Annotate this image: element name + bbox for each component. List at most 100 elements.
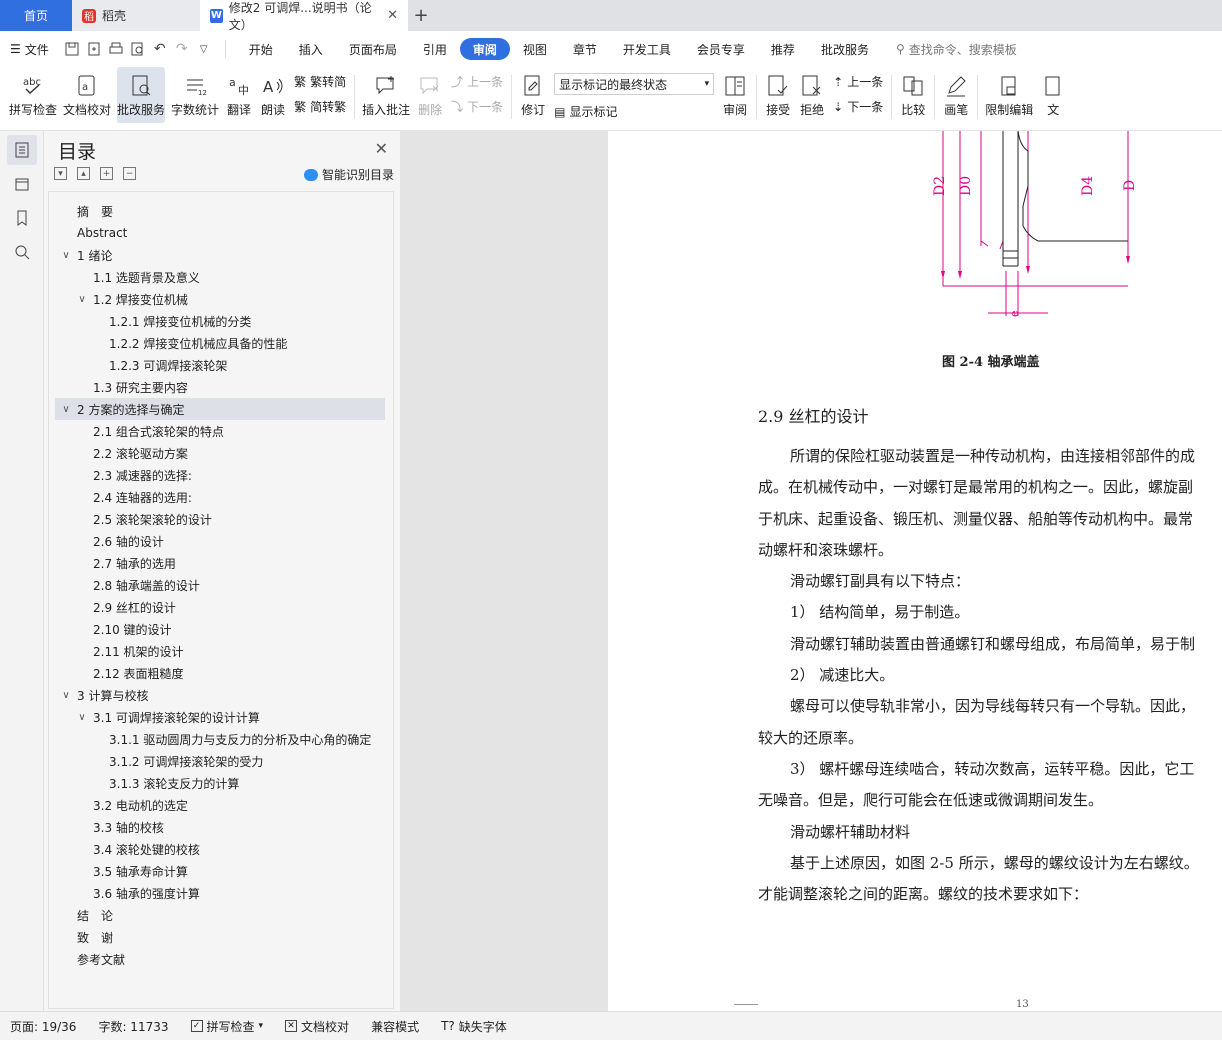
chevron-down-icon[interactable]: ∨ [75, 712, 89, 723]
toc-item[interactable]: 1.2.3 可调焊接滚轮架 [49, 354, 393, 376]
toc-item[interactable]: ∨ 3 计算与校核 [49, 684, 393, 706]
toc-item[interactable]: 2.7 轴承的选用 [49, 552, 393, 574]
toc-item[interactable]: 3.1.1 驱动圆周力与支反力的分析及中心角的确定 [49, 728, 393, 750]
prev-change-button[interactable]: ⇡ 上一条 [833, 73, 883, 90]
menu-tab-insert[interactable]: 插入 [286, 38, 336, 60]
markup-state-select[interactable]: 显示标记的最终状态 ▾ [554, 73, 715, 95]
accept-button[interactable]: 接受 [764, 67, 792, 123]
correction-service-button[interactable]: 批改服务 [117, 67, 166, 123]
toc-item[interactable]: 2.5 滚轮架滚轮的设计 [49, 508, 393, 530]
customize-dropdown-icon[interactable]: ▽ [193, 38, 215, 60]
toc-item[interactable]: 1.1 选题背景及意义 [49, 266, 393, 288]
new-tab-icon[interactable]: + [408, 0, 434, 31]
toc-item[interactable]: 3.6 轴承的强度计算 [49, 882, 393, 904]
collapse-icon[interactable]: ▴ [77, 167, 90, 180]
menu-tab-references[interactable]: 引用 [410, 38, 460, 60]
proofread-button[interactable]: a 文档校对 [63, 67, 111, 123]
toc-item[interactable]: 2.12 表面粗糙度 [49, 662, 393, 684]
status-proofread[interactable]: ✕ 文档校对 [285, 1018, 349, 1035]
document-more-button[interactable]: 文 [1039, 67, 1067, 123]
toc-item[interactable]: 2.6 轴的设计 [49, 530, 393, 552]
toc-item[interactable]: 2.9 丝杠的设计 [49, 596, 393, 618]
redo-icon[interactable]: ↷ [171, 38, 193, 60]
reject-button[interactable]: 拒绝 [798, 67, 826, 123]
file-menu[interactable]: ☰ 文件 [10, 41, 49, 58]
toc-item[interactable]: 2.10 键的设计 [49, 618, 393, 640]
toc-item[interactable]: 2.4 连轴器的选用: [49, 486, 393, 508]
chevron-down-icon[interactable]: ∨ [75, 294, 89, 305]
track-changes-button[interactable]: 修订 [519, 67, 547, 123]
chevron-down-icon[interactable]: ∨ [59, 404, 73, 415]
smart-toc-button[interactable]: 智能识别目录 [303, 166, 394, 183]
menu-tab-member[interactable]: 会员专享 [684, 38, 758, 60]
menu-tab-layout[interactable]: 页面布局 [336, 38, 410, 60]
document-page[interactable]: D2 D0 D4 D e 图 2-4 轴承端盖 2.9 丝杠的设计 所谓的保险杠… [608, 131, 1222, 1011]
menu-tab-view[interactable]: 视图 [510, 38, 560, 60]
translate-button[interactable]: a中 翻译 [225, 67, 253, 123]
expand-icon[interactable]: ▾ [54, 167, 67, 180]
toc-item[interactable]: 摘 要 [49, 200, 393, 222]
search-icon[interactable] [7, 237, 37, 267]
print-preview-icon[interactable] [127, 38, 149, 60]
remove-heading-icon[interactable]: − [123, 167, 136, 180]
toc-item[interactable]: Abstract [49, 222, 393, 244]
review-pane-button[interactable]: 审阅 [721, 67, 749, 123]
tab-home[interactable]: 首页 [0, 0, 72, 31]
toc-item[interactable]: 3.1.3 滚轮支反力的计算 [49, 772, 393, 794]
toc-item[interactable]: 致 谢 [49, 926, 393, 948]
toc-item[interactable]: 1.3 研究主要内容 [49, 376, 393, 398]
read-aloud-button[interactable]: A 朗读 [259, 67, 287, 123]
delete-comment-button[interactable]: 删除 [416, 67, 444, 123]
spell-check-button[interactable]: abc 拼写检查 [9, 67, 57, 123]
save-icon[interactable] [61, 38, 83, 60]
missing-font-button[interactable]: T? 缺失字体 [441, 1018, 507, 1035]
toc-item[interactable]: ∨ 1.2 焊接变位机械 [49, 288, 393, 310]
toc-item[interactable]: 3.4 滚轮处键的校核 [49, 838, 393, 860]
toc-item[interactable]: 参考文献 [49, 948, 393, 970]
print-icon[interactable] [105, 38, 127, 60]
status-spell-check[interactable]: ✓ 拼写检查 ▾ [190, 1018, 263, 1035]
chevron-down-icon[interactable]: ∨ [59, 690, 73, 701]
toc-item[interactable]: 3.2 电动机的选定 [49, 794, 393, 816]
menu-tab-section[interactable]: 章节 [560, 38, 610, 60]
toc-item[interactable]: 3.5 轴承寿命计算 [49, 860, 393, 882]
toc-item[interactable]: 2.1 组合式滚轮架的特点 [49, 420, 393, 442]
simp-to-trad-button[interactable]: 繁简转繁 [294, 98, 346, 115]
menu-tab-home[interactable]: 开始 [236, 38, 286, 60]
toc-item[interactable]: 1.2.1 焊接变位机械的分类 [49, 310, 393, 332]
tab-document[interactable]: W 修改2 可调焊...说明书（论文） ✕ [200, 0, 408, 32]
next-comment-button[interactable]: ⤵ 下一条 [451, 98, 503, 115]
undo-icon[interactable]: ↶ [149, 38, 171, 60]
page-indicator[interactable]: 页面: 19/36 [10, 1018, 76, 1035]
command-search[interactable]: ⚲ 查找命令、搜索模板 [896, 41, 1017, 58]
word-count-indicator[interactable]: 字数: 11733 [98, 1018, 168, 1035]
chevron-down-icon[interactable]: ∨ [59, 250, 73, 261]
next-change-button[interactable]: ⇣ 下一条 [833, 98, 883, 115]
toc-item[interactable]: 结 论 [49, 904, 393, 926]
close-icon[interactable]: ✕ [375, 139, 388, 158]
toc-item[interactable]: 3.3 轴的校核 [49, 816, 393, 838]
insert-comment-button[interactable]: 插入批注 [362, 67, 410, 123]
menu-tab-developer[interactable]: 开发工具 [610, 38, 684, 60]
show-markup-button[interactable]: ▤ 显示标记 [554, 103, 714, 120]
add-heading-icon[interactable]: + [100, 167, 113, 180]
toc-item[interactable]: 2.11 机架的设计 [49, 640, 393, 662]
compare-button[interactable]: 比较 [899, 67, 927, 123]
toc-item[interactable]: ∨ 3.1 可调焊接滚轮架的设计计算 [49, 706, 393, 728]
menu-tab-review[interactable]: 审阅 [459, 38, 510, 60]
prev-comment-button[interactable]: ⤴ 上一条 [451, 73, 503, 90]
menu-tab-correction[interactable]: 批改服务 [808, 38, 882, 60]
menu-tab-recommend[interactable]: 推荐 [758, 38, 808, 60]
toc-item[interactable]: 1.2.2 焊接变位机械应具备的性能 [49, 332, 393, 354]
word-count-button[interactable]: 123 字数统计 [171, 67, 219, 123]
toc-item[interactable]: 3.1.2 可调焊接滚轮架的受力 [49, 750, 393, 772]
close-tab-icon[interactable]: ✕ [387, 8, 398, 23]
toc-item[interactable]: 2.2 滚轮驱动方案 [49, 442, 393, 464]
toc-item[interactable]: ∨ 1 绪论 [49, 244, 393, 266]
tab-daoke[interactable]: 稻 稻壳 [72, 0, 200, 31]
chapter-nav-icon[interactable] [7, 169, 37, 199]
toc-pane-icon[interactable] [7, 135, 37, 165]
export-icon[interactable] [83, 38, 105, 60]
toc-item[interactable]: 2.8 轴承端盖的设计 [49, 574, 393, 596]
trad-to-simp-button[interactable]: 繁繁转简 [294, 73, 346, 90]
